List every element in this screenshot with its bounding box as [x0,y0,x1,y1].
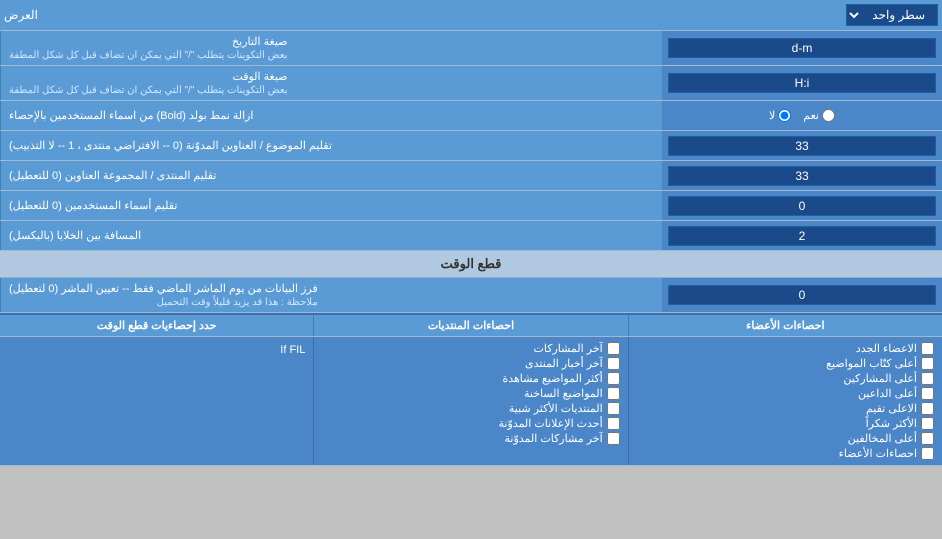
list-item: أعلى المخالفين [637,432,934,445]
forum-group-label: تقليم المنتدى / المجموعة العناوين (0 للت… [0,161,662,190]
cell-spacing-input-cell [662,221,942,250]
list-item: أعلى كتّاب المواضيع [637,357,934,370]
forum-group-limit-row: تقليم المنتدى / المجموعة العناوين (0 للت… [0,161,942,191]
bold-remove-label: ازالة نمط بولد (Bold) من اسماء المستخدمي… [0,101,662,130]
cell-spacing-input[interactable] [668,226,936,246]
list-item: الأكثر شكراً [637,417,934,430]
list-item: الاعضاء الجدد [637,342,934,355]
time-cutoff-header: قطع الوقت [0,251,942,278]
list-item: المنتديات الأكثر شبية [322,402,619,415]
checkbox-most-similar[interactable] [607,402,620,415]
forum-group-input[interactable] [668,166,936,186]
display-dropdown[interactable]: سطر واحد سطرين ثلاثة أسطر [846,4,938,26]
checkbox-members-new[interactable] [921,342,934,355]
user-name-input[interactable] [668,196,936,216]
time-format-label: صيغة الوقت بعض التكوينات يتطلب "/" التي … [0,66,662,100]
date-format-row: صيغة التاريخ بعض التكوينات يتطلب "/" الت… [0,31,942,66]
checkbox-top-rated[interactable] [921,402,934,415]
list-item: آخر أخبار المنتدى [322,357,619,370]
date-format-input-cell [662,31,942,65]
checkbox-last-posts[interactable] [607,342,620,355]
cutoff-info-text: If FIL [8,340,305,360]
stats-section: احصاءات الأعضاء احصاءات المنتديات حدد إح… [0,313,942,466]
time-format-row: صيغة الوقت بعض التكوينات يتطلب "/" التي … [0,66,942,101]
checkbox-last-news[interactable] [607,357,620,370]
display-section-label: العرض [4,8,846,22]
bold-radio-yes-label[interactable]: نعم [803,109,835,122]
bold-radio-no[interactable] [778,109,791,122]
checkbox-most-viewed[interactable] [607,372,620,385]
checkbox-latest-announcements[interactable] [607,417,620,430]
stats-cutoff-cell: If FIL [0,337,313,465]
list-item: أعلى المشاركين [637,372,934,385]
time-cutoff-input[interactable] [668,285,936,305]
checkbox-hot-topics[interactable] [607,387,620,400]
cell-spacing-label: المسافة بين الخلايا (بالبكسل) [0,221,662,250]
forum-title-input-cell [662,131,942,160]
date-format-label: صيغة التاريخ بعض التكوينات يتطلب "/" الت… [0,31,662,65]
stats-content-row: الاعضاء الجدد أعلى كتّاب المواضيع أعلى ا… [0,337,942,466]
bold-radio-no-label[interactable]: لا [769,109,791,122]
checkbox-top-violations[interactable] [921,432,934,445]
stats-headers-row: احصاءات الأعضاء احصاءات المنتديات حدد إح… [0,315,942,337]
list-item: الاعلى تقيم [637,402,934,415]
forum-title-limit-row: تقليم الموضوع / العناوين المدوّنة (0 -- … [0,131,942,161]
forum-title-label: تقليم الموضوع / العناوين المدوّنة (0 -- … [0,131,662,160]
list-item: آخر مشاركات المدوّنة [322,432,619,445]
checkbox-last-blog-posts[interactable] [607,432,620,445]
checkbox-members-stats[interactable] [921,447,934,460]
date-format-input[interactable] [668,38,936,58]
time-cutoff-label: فرز البيانات من يوم الماشر الماضي فقط --… [0,278,662,312]
user-name-input-cell [662,191,942,220]
main-container: سطر واحد سطرين ثلاثة أسطر العرض صيغة الت… [0,0,942,466]
list-item: آخر المشاركات [322,342,619,355]
time-cutoff-input-cell [662,278,942,312]
checkbox-most-thanked[interactable] [921,417,934,430]
list-item: أعلى الداعين [637,387,934,400]
forum-group-input-cell [662,161,942,190]
list-item: أحدث الإعلانات المدوّنة [322,417,619,430]
list-item: المواضيع الساخنة [322,387,619,400]
forum-title-input[interactable] [668,136,936,156]
checkbox-top-posters[interactable] [921,372,934,385]
bold-remove-row: نعم لا ازالة نمط بولد (Bold) من اسماء ال… [0,101,942,131]
time-format-input-cell [662,66,942,100]
cell-spacing-row: المسافة بين الخلايا (بالبكسل) [0,221,942,251]
checkbox-top-writers[interactable] [921,357,934,370]
list-item: أكثر المواضيع مشاهدة [322,372,619,385]
checkbox-top-inviters[interactable] [921,387,934,400]
bold-radio-yes[interactable] [822,109,835,122]
bold-radio-cell: نعم لا [662,101,942,130]
stats-cutoff-header: حدد إحصاءيات قطع الوقت [0,315,313,336]
display-header-row: سطر واحد سطرين ثلاثة أسطر العرض [0,0,942,31]
user-name-limit-row: تقليم أسماء المستخدمين (0 للتعطيل) [0,191,942,221]
list-item: احصاءات الأعضاء [637,447,934,460]
stats-members-header: احصاءات الأعضاء [628,315,942,336]
time-cutoff-row: فرز البيانات من يوم الماشر الماضي فقط --… [0,278,942,313]
time-format-input[interactable] [668,73,936,93]
stats-forums-cell: آخر المشاركات آخر أخبار المنتدى أكثر الم… [313,337,627,465]
stats-members-cell: الاعضاء الجدد أعلى كتّاب المواضيع أعلى ا… [628,337,942,465]
user-name-label: تقليم أسماء المستخدمين (0 للتعطيل) [0,191,662,220]
stats-forums-header: احصاءات المنتديات [313,315,627,336]
